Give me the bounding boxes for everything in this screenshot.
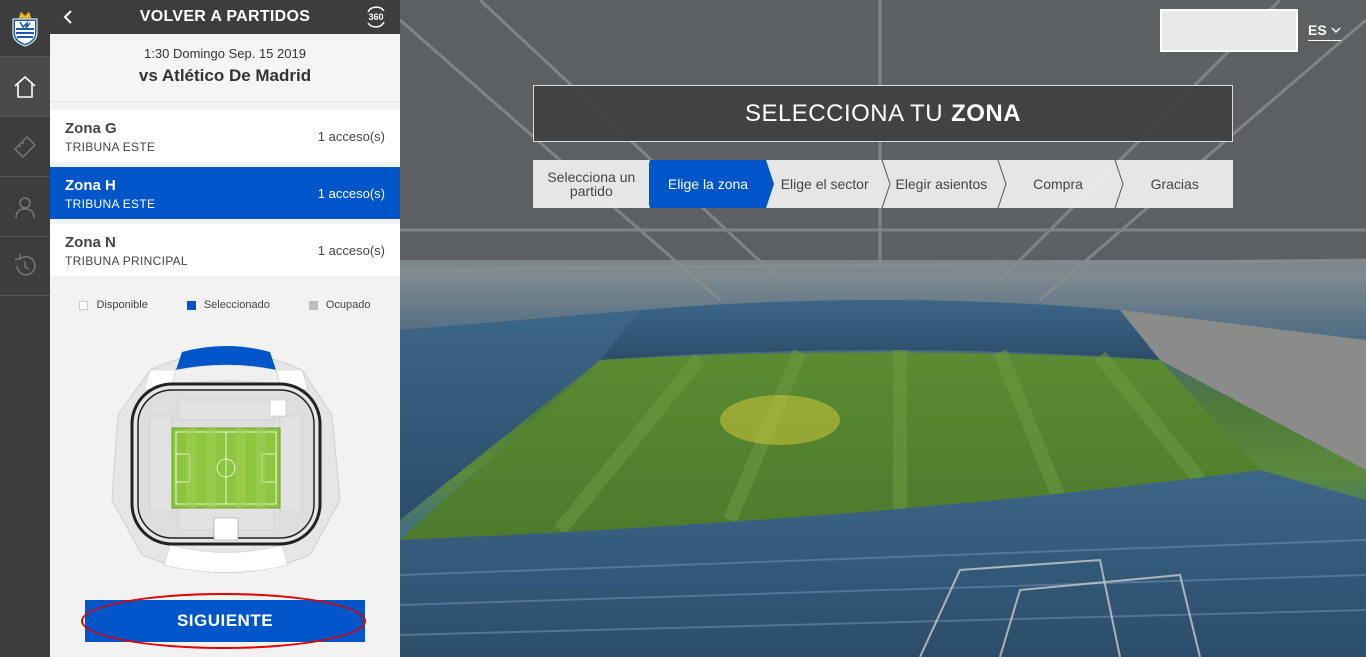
nav-history[interactable]	[0, 236, 50, 296]
back-button[interactable]	[58, 7, 78, 27]
selected-swatch	[186, 300, 196, 310]
panel-header: VOLVER A PARTIDOS 360	[50, 0, 400, 34]
ticket-panel: VOLVER A PARTIDOS 360 1:30 Domingo Sep. …	[50, 0, 400, 657]
ticket-icon	[13, 135, 37, 158]
zone-list: Zona G TRIBUNA ESTE 1 acceso(s) Zona H T…	[50, 110, 400, 276]
legend-available-label: Disponible	[96, 299, 148, 311]
available-swatch	[79, 300, 89, 310]
page-title: SELECCIONA TU ZONA	[533, 85, 1233, 142]
zone-highlight-glow	[720, 395, 840, 445]
zone-access-count: 1 acceso(s)	[317, 186, 385, 201]
chevron-down-icon	[1331, 26, 1341, 33]
match-datetime: 1:30 Domingo Sep. 15 2019	[144, 46, 306, 61]
nav-home[interactable]	[0, 56, 50, 116]
nav-tickets[interactable]	[0, 116, 50, 176]
language-selector[interactable]: ES	[1308, 22, 1341, 41]
history-icon	[15, 254, 36, 276]
language-label: ES	[1308, 22, 1327, 38]
zone-access-count: 1 acceso(s)	[317, 243, 385, 258]
occupied-swatch	[308, 300, 318, 310]
zone-map-west[interactable]	[149, 415, 173, 513]
chevron-left-icon	[63, 10, 72, 24]
far-stand	[600, 300, 1160, 360]
view-360-label: 360	[368, 12, 383, 22]
legend-occupied: Ocupado	[308, 299, 371, 311]
match-opponent: vs Atlético De Madrid	[138, 66, 312, 85]
icon-rail	[0, 0, 50, 657]
zone-item-h[interactable]: Zona H TRIBUNA ESTE 1 acceso(s)	[50, 167, 400, 219]
zone-item-n[interactable]: Zona N TRIBUNA PRINCIPAL 1 acceso(s)	[50, 224, 400, 276]
view-360-button[interactable]: 360	[364, 6, 388, 33]
progress-steps: Selecciona un partido Elige la zona Elig…	[533, 160, 1233, 208]
stadium-view: ES SELECCIONA TU ZONA Selecciona un part…	[400, 0, 1366, 657]
club-logo[interactable]	[0, 0, 50, 56]
search-box[interactable]	[1160, 9, 1298, 52]
view-360-icon: 360	[367, 6, 385, 28]
zone-access-count: 1 acceso(s)	[317, 129, 385, 144]
crest-icon	[12, 11, 38, 47]
page-title-prefix: SELECCIONA TU	[744, 99, 944, 127]
stadium-map[interactable]	[110, 340, 342, 580]
seat-legend: Disponible Seleccionado Ocupado	[50, 281, 400, 311]
back-to-matches-title[interactable]: VOLVER A PARTIDOS	[140, 8, 310, 26]
legend-selected-label: Seleccionado	[203, 299, 270, 311]
match-info: 1:30 Domingo Sep. 15 2019 vs Atlético De…	[50, 34, 400, 102]
user-icon	[15, 196, 35, 218]
nav-profile[interactable]	[0, 176, 50, 236]
step-separators	[649, 160, 1124, 208]
next-button[interactable]: SIGUIENTE	[85, 600, 365, 642]
players-tunnel	[213, 517, 239, 541]
legend-occupied-label: Ocupado	[325, 299, 371, 311]
zone-map-north-inner[interactable]	[177, 399, 275, 421]
legend-available: Disponible	[79, 299, 148, 311]
zone-map-corner[interactable]	[269, 399, 287, 417]
legend-selected: Seleccionado	[186, 299, 270, 311]
home-icon	[14, 75, 36, 98]
zone-item-g[interactable]: Zona G TRIBUNA ESTE 1 acceso(s)	[50, 110, 400, 162]
page-title-bold: ZONA	[951, 99, 1022, 127]
zone-map-east[interactable]	[279, 415, 303, 513]
